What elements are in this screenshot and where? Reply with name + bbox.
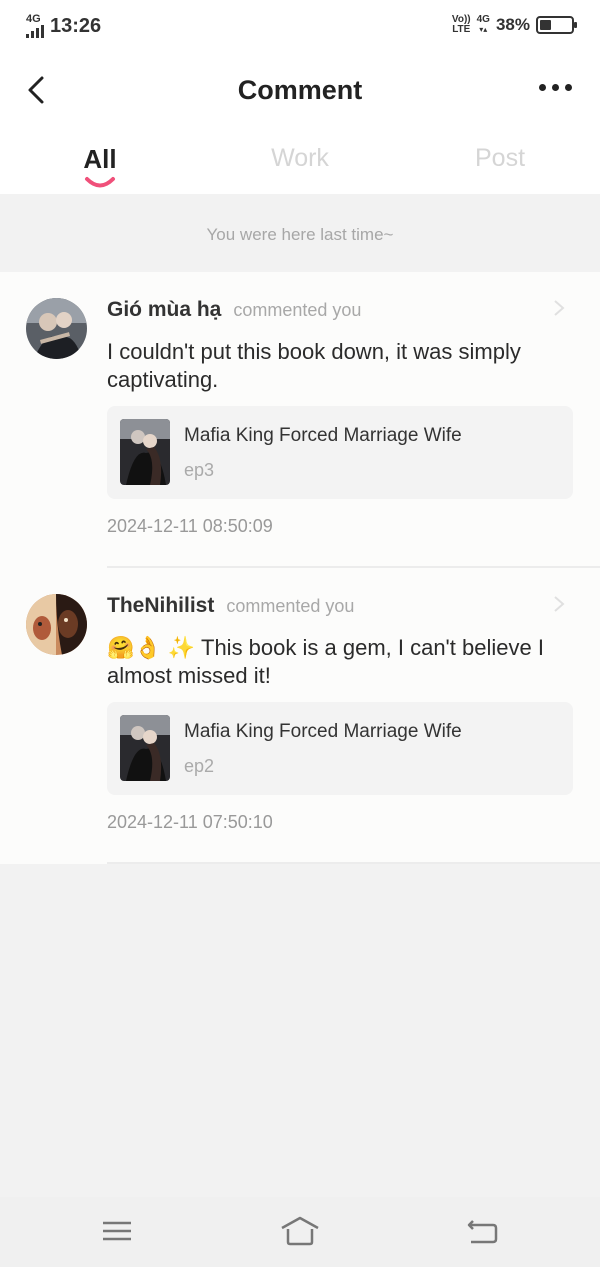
tab-active-indicator xyxy=(85,177,115,188)
nav-back-button[interactable] xyxy=(463,1215,503,1247)
back-icon xyxy=(467,1220,498,1244)
comment-text: 🤗👌 ✨ This book is a gem, I can't believe… xyxy=(107,635,544,688)
page-title: Comment xyxy=(237,75,363,105)
comment-item[interactable]: Gió mùa hạ commented you I couldn't put … xyxy=(0,272,600,568)
nav-menu-button[interactable] xyxy=(97,1215,137,1247)
clock: 13:26 xyxy=(50,14,102,37)
app-header: Comment xyxy=(0,54,600,130)
last-visit-notice: You were here last time~ xyxy=(0,194,600,272)
volte-icon: Vo)) LTE xyxy=(452,15,471,35)
network-type: 4G xyxy=(26,13,41,25)
status-left: 4G 13:26 xyxy=(26,14,101,38)
status-bar: 4G 13:26 Vo)) LTE 4G ▾▴ 38% xyxy=(0,0,600,54)
username[interactable]: Gió mùa hạ xyxy=(107,298,221,322)
comment-timestamp: 2024-12-11 07:50:10 xyxy=(107,812,273,832)
network-4g-icon: 4G ▾▴ xyxy=(476,14,490,35)
comment-action: commented you xyxy=(226,596,355,616)
book-card[interactable]: Mafia King Forced Marriage Wife ep3 xyxy=(107,406,573,499)
battery-fill xyxy=(540,20,552,30)
book-card[interactable]: Mafia King Forced Marriage Wife ep2 xyxy=(107,702,573,795)
chevron-right-icon[interactable] xyxy=(552,298,566,318)
book-episode: ep3 xyxy=(184,460,215,480)
network-4g-label: 4G xyxy=(476,14,490,25)
comment-header: Gió mùa hạ commented you xyxy=(107,298,361,322)
comment-list: Gió mùa hạ commented you I couldn't put … xyxy=(0,272,600,864)
comment-action: commented you xyxy=(233,300,362,320)
book-title: Mafia King Forced Marriage Wife xyxy=(184,425,462,446)
battery-percent: 38% xyxy=(495,15,530,34)
username[interactable]: TheNihilist xyxy=(107,594,214,618)
more-options-button[interactable] xyxy=(539,84,572,91)
more-horizontal-icon xyxy=(539,84,546,91)
book-title: Mafia King Forced Marriage Wife xyxy=(184,721,462,742)
comment-text: I couldn't put this book down, it was si… xyxy=(107,339,521,392)
comment-item[interactable]: TheNihilist commented you 🤗👌 ✨ This book… xyxy=(0,568,600,864)
tab-work[interactable]: Work xyxy=(240,144,360,173)
comment-timestamp: 2024-12-11 08:50:09 xyxy=(107,516,273,536)
status-right: Vo)) LTE 4G ▾▴ 38% xyxy=(452,14,577,35)
book-cover-image xyxy=(120,715,170,781)
menu-icon xyxy=(103,1221,131,1241)
home-icon xyxy=(281,1216,319,1246)
tab-all[interactable]: All xyxy=(40,144,160,175)
volte-bottom: LTE xyxy=(452,24,471,35)
battery-icon xyxy=(536,16,577,34)
divider xyxy=(107,862,600,864)
system-nav-bar xyxy=(0,1197,600,1267)
tab-bar: All Work Post xyxy=(0,130,600,194)
nav-home-button[interactable] xyxy=(279,1215,319,1247)
avatar[interactable] xyxy=(26,594,87,655)
signal-icon: 4G xyxy=(26,14,44,38)
comment-header: TheNihilist commented you xyxy=(107,594,354,618)
avatar[interactable] xyxy=(26,298,87,359)
book-episode: ep2 xyxy=(184,756,215,776)
book-cover-image xyxy=(120,419,170,485)
chevron-right-icon[interactable] xyxy=(552,594,566,614)
tab-post[interactable]: Post xyxy=(440,144,560,173)
